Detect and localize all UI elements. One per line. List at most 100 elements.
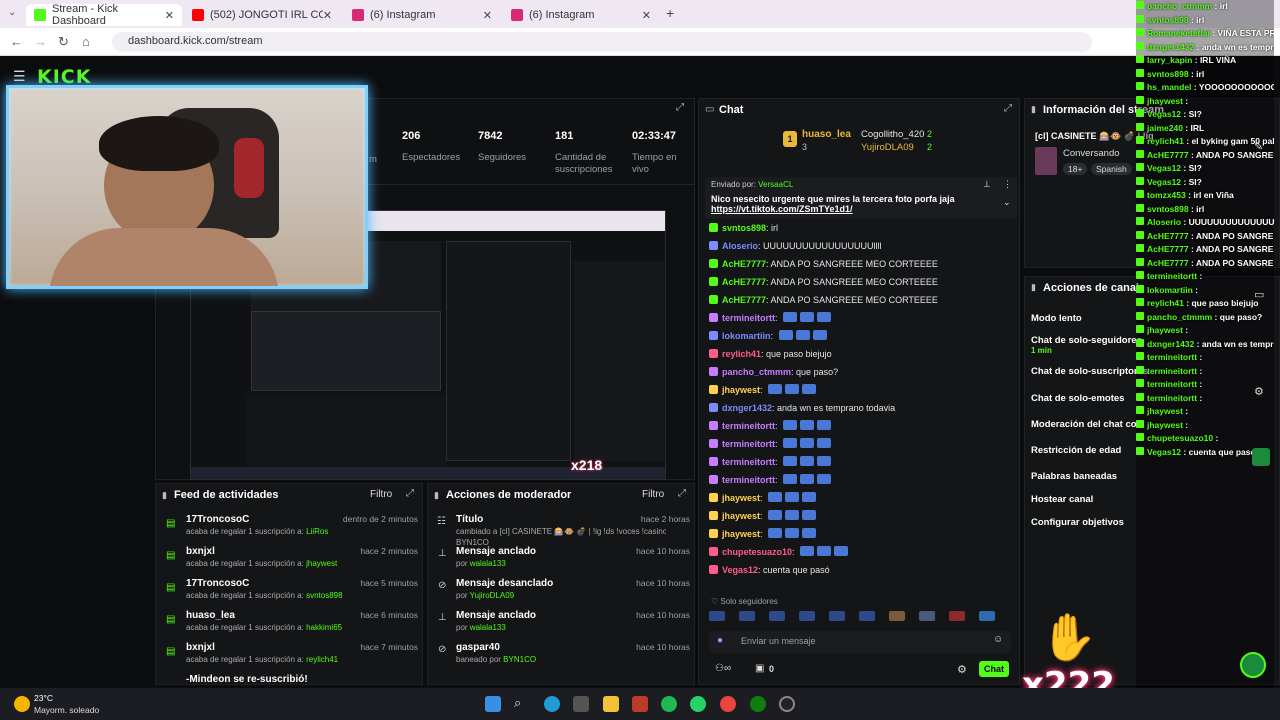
- store-icon[interactable]: [573, 696, 589, 712]
- more-options-icon[interactable]: ⋮: [1003, 179, 1012, 190]
- mod-item-by[interactable]: YujiroDLA09: [470, 591, 514, 600]
- chat-username[interactable]: jhaywest: [722, 385, 760, 395]
- close-tab-icon[interactable]: ✕: [323, 9, 332, 22]
- hamburger-menu-icon[interactable]: ☰: [13, 68, 26, 85]
- weather-temp[interactable]: 23°C: [34, 693, 53, 703]
- forward-icon[interactable]: →: [34, 34, 47, 49]
- emote-icon[interactable]: [859, 611, 875, 621]
- tab-instagram-2[interactable]: (6) Instagram ✕: [503, 4, 659, 26]
- action-slow-mode[interactable]: Modo lento: [1031, 313, 1082, 324]
- action-ai-moderation[interactable]: Moderación del chat con IA: [1031, 419, 1141, 430]
- chat-expand-icon[interactable]: ⤢: [1004, 103, 1012, 114]
- side-settings-icon[interactable]: ⚙: [1254, 385, 1264, 398]
- app-icon[interactable]: [632, 696, 648, 712]
- category-name[interactable]: Conversando: [1063, 148, 1120, 159]
- emote-icon[interactable]: [799, 611, 815, 621]
- pin-icon[interactable]: ⊥: [983, 179, 991, 190]
- side-chat-icon[interactable]: ▭: [1254, 288, 1264, 301]
- edge-icon[interactable]: [544, 696, 560, 712]
- action-followers-only[interactable]: Chat de solo-seguidores 1 min: [1031, 335, 1142, 355]
- side-user-icon[interactable]: [1252, 448, 1270, 466]
- emote-icon[interactable]: [889, 611, 905, 621]
- search-icon[interactable]: ⌕: [514, 695, 521, 711]
- activity-target[interactable]: hakkimi65: [306, 623, 342, 632]
- new-tab-icon[interactable]: +: [666, 5, 674, 21]
- top-gifter-1[interactable]: huaso_lea: [802, 129, 851, 140]
- activity-target[interactable]: svntos898: [306, 591, 342, 600]
- action-configure-goals[interactable]: Configurar objetivos: [1031, 517, 1124, 528]
- emote-icon[interactable]: [709, 611, 725, 621]
- explorer-icon[interactable]: [603, 696, 619, 712]
- activity-target[interactable]: jhaywest: [306, 559, 337, 568]
- pinned-link[interactable]: https://vt.tiktok.com/ZSmTYe1d1/: [711, 204, 1011, 214]
- home-icon[interactable]: ⌂: [82, 34, 90, 49]
- chat-username[interactable]: termineitortt: [722, 313, 775, 323]
- mod-item-by[interactable]: walala133: [470, 623, 506, 632]
- chat-username[interactable]: chupetesuazo10: [722, 547, 792, 557]
- chat-username[interactable]: Aloserio: [722, 241, 758, 251]
- emote-icon[interactable]: [829, 611, 845, 621]
- action-host-channel[interactable]: Hostear canal: [1031, 494, 1093, 505]
- emoji-picker-icon[interactable]: ☺: [993, 634, 1003, 645]
- collapse-pinned-icon[interactable]: ⌄: [1003, 197, 1011, 208]
- pinned-by-user[interactable]: VersaaCL: [758, 180, 793, 189]
- chat-username[interactable]: jhaywest: [722, 493, 760, 503]
- chat-username[interactable]: svntos898: [722, 223, 766, 233]
- activity-target[interactable]: reylich41: [306, 655, 338, 664]
- action-banned-words[interactable]: Palabras baneadas: [1031, 471, 1117, 482]
- emote-icon[interactable]: [949, 611, 965, 621]
- chat-settings-icon[interactable]: ⚙: [957, 663, 967, 676]
- points-icon[interactable]: ⚇∞: [715, 663, 731, 674]
- side-menu-icon[interactable]: ✎: [1254, 140, 1263, 153]
- tab-kick-dashboard[interactable]: Stream - Kick Dashboard ✕: [26, 3, 182, 27]
- obs-icon[interactable]: [779, 696, 795, 712]
- mic-icon[interactable]: ●: [717, 635, 723, 646]
- headset-icon[interactable]: [1240, 652, 1266, 678]
- chat-username[interactable]: termineitortt: [722, 475, 775, 485]
- chat-input[interactable]: ● Enviar un mensaje ☺: [709, 631, 1011, 653]
- tab-list-chevron-icon[interactable]: ⌄: [8, 7, 16, 18]
- chat-username[interactable]: lokomartiin: [722, 331, 771, 341]
- chat-username[interactable]: reylich41: [722, 349, 761, 359]
- whatsapp-icon[interactable]: [690, 696, 706, 712]
- spotify-icon[interactable]: [661, 696, 677, 712]
- top-gifter-2[interactable]: Cogollitho_420: [861, 129, 924, 140]
- action-emotes-only[interactable]: Chat de solo-emotes: [1031, 393, 1124, 404]
- expand-stream-icon[interactable]: ⤢: [676, 102, 684, 113]
- action-age-restriction[interactable]: Restricción de edad: [1031, 445, 1121, 456]
- activity-expand-icon[interactable]: ⤢: [406, 488, 414, 499]
- chat-username[interactable]: pancho_ctmmm: [722, 367, 791, 377]
- chrome-icon[interactable]: [720, 696, 736, 712]
- chat-username[interactable]: AcHE7777: [722, 295, 766, 305]
- close-tab-icon[interactable]: ✕: [483, 9, 492, 22]
- chat-username[interactable]: termineitortt: [722, 439, 775, 449]
- chat-username[interactable]: AcHE7777: [722, 259, 766, 269]
- moderator-filter-button[interactable]: Filtro: [642, 489, 664, 500]
- emote-icon[interactable]: [739, 611, 755, 621]
- chat-username[interactable]: AcHE7777: [722, 277, 766, 287]
- send-chat-button[interactable]: Chat: [979, 661, 1009, 677]
- chat-username[interactable]: Vegas12: [722, 565, 758, 575]
- tab-youtube[interactable]: (502) JONGOTI IRL CON LA BA ✕: [184, 4, 340, 26]
- mod-item-by[interactable]: walala133: [470, 559, 506, 568]
- emote-icon[interactable]: [919, 611, 935, 621]
- moderator-expand-icon[interactable]: ⤢: [678, 488, 686, 499]
- url-field[interactable]: dashboard.kick.com/stream: [112, 32, 1092, 52]
- chat-username[interactable]: termineitortt: [722, 457, 775, 467]
- back-icon[interactable]: ←: [10, 34, 23, 49]
- emote-icon[interactable]: [769, 611, 785, 621]
- close-tab-icon[interactable]: ✕: [642, 9, 651, 22]
- activity-target[interactable]: LiiRos: [306, 527, 328, 536]
- emote-icon[interactable]: [979, 611, 995, 621]
- close-tab-icon[interactable]: ✕: [165, 9, 174, 22]
- reload-icon[interactable]: ↻: [58, 34, 69, 50]
- chat-username[interactable]: jhaywest: [722, 529, 760, 539]
- chat-username[interactable]: jhaywest: [722, 511, 760, 521]
- start-icon[interactable]: [485, 696, 501, 712]
- mod-item-by[interactable]: BYN1CO: [503, 655, 536, 664]
- xbox-icon[interactable]: [750, 696, 766, 712]
- tab-instagram-1[interactable]: (6) Instagram ✕: [344, 4, 500, 26]
- chat-username[interactable]: termineitortt: [722, 421, 775, 431]
- activity-filter-button[interactable]: Filtro: [370, 489, 392, 500]
- top-gifter-3[interactable]: YujiroDLA09: [861, 142, 914, 153]
